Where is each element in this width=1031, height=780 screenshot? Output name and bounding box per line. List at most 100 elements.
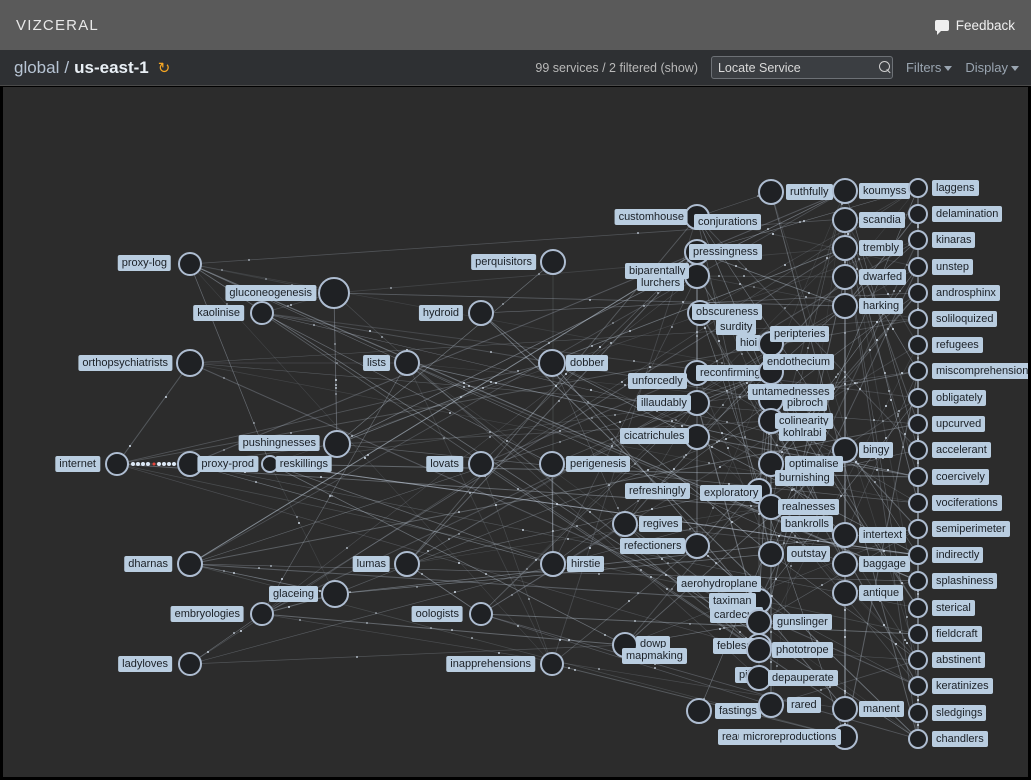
service-node-label[interactable]: indirectly — [932, 547, 984, 563]
service-node-label[interactable]: refreshingly — [625, 483, 690, 499]
service-node[interactable] — [394, 350, 420, 376]
refresh-icon[interactable]: ↻ — [158, 59, 171, 77]
service-node[interactable] — [908, 257, 928, 277]
service-node-label[interactable]: ladyloves — [118, 656, 172, 672]
service-node[interactable] — [908, 571, 928, 591]
service-node[interactable] — [323, 430, 351, 458]
service-node-label[interactable]: soliloquized — [932, 311, 998, 327]
service-node-label[interactable]: illaudably — [637, 395, 691, 411]
service-node[interactable] — [908, 283, 928, 303]
service-node-label[interactable]: proxy-log — [117, 255, 171, 271]
service-node-label[interactable]: perquisitors — [471, 254, 536, 270]
service-node-label[interactable]: bankrolls — [781, 516, 834, 532]
service-node-label[interactable]: endothecium — [763, 354, 834, 370]
service-node[interactable] — [250, 602, 274, 626]
service-node[interactable] — [908, 230, 928, 250]
service-node-label[interactable]: outstay — [787, 546, 831, 562]
service-node-label[interactable]: accelerant — [932, 442, 991, 458]
service-node-label[interactable]: sterical — [932, 600, 975, 616]
service-node-label[interactable]: sledgings — [932, 705, 987, 721]
service-node[interactable] — [908, 388, 928, 408]
service-node-label[interactable]: dwarfed — [859, 269, 907, 285]
service-node-label[interactable]: unforcedly — [628, 373, 687, 389]
service-node-label[interactable]: realnesses — [778, 499, 840, 515]
service-node-label[interactable]: phototrope — [772, 642, 833, 658]
service-node-label[interactable]: microreproductions — [739, 729, 841, 745]
service-node[interactable] — [540, 652, 564, 676]
service-node-label[interactable]: bingy — [859, 442, 894, 458]
service-node[interactable] — [832, 235, 858, 261]
service-node-label[interactable]: upcurved — [932, 416, 986, 432]
display-menu[interactable]: Display — [965, 60, 1019, 75]
service-node[interactable] — [105, 452, 129, 476]
service-node-label[interactable]: depauperate — [768, 670, 838, 686]
service-node-label[interactable]: manent — [859, 701, 904, 717]
service-node[interactable] — [908, 676, 928, 696]
service-node[interactable] — [908, 650, 928, 670]
service-node[interactable] — [832, 207, 858, 233]
breadcrumb-global[interactable]: global — [14, 58, 59, 78]
service-node-label[interactable]: antique — [859, 585, 904, 601]
service-node-label[interactable]: internet — [55, 456, 100, 472]
service-node[interactable] — [178, 252, 202, 276]
service-node[interactable] — [908, 178, 928, 198]
service-node-label[interactable]: refectioners — [620, 538, 686, 554]
service-node-label[interactable]: miscomprehensions — [932, 363, 1028, 379]
service-node-label[interactable]: lurchers — [637, 275, 685, 291]
service-node-label[interactable]: proxy-prod — [197, 456, 258, 472]
service-node-label[interactable]: semiperimeter — [932, 521, 1010, 537]
service-node-label[interactable]: abstinent — [932, 652, 985, 668]
service-count[interactable]: 99 services / 2 filtered (show) — [535, 61, 698, 75]
service-node-label[interactable]: scandia — [859, 212, 905, 228]
search-box[interactable] — [710, 56, 893, 79]
service-node-label[interactable]: baggage — [859, 556, 910, 572]
service-node[interactable] — [908, 467, 928, 487]
service-node-label[interactable]: lumas — [352, 556, 390, 572]
service-node-label[interactable]: intertext — [859, 527, 907, 543]
service-node[interactable] — [612, 511, 638, 537]
service-node-label[interactable]: keratinizes — [932, 678, 993, 694]
service-node[interactable] — [908, 335, 928, 355]
service-node[interactable] — [832, 696, 858, 722]
filters-menu[interactable]: Filters — [906, 60, 953, 75]
service-node[interactable] — [832, 522, 858, 548]
service-node-label[interactable]: dobber — [566, 355, 609, 371]
service-node-label[interactable]: harking — [859, 298, 904, 314]
service-node[interactable] — [758, 692, 784, 718]
service-node-label[interactable]: reskillings — [275, 456, 332, 472]
service-node[interactable] — [468, 300, 494, 326]
service-node[interactable] — [321, 580, 349, 608]
service-node-label[interactable]: dharnas — [124, 556, 172, 572]
service-node-label[interactable]: hirstie — [567, 556, 605, 572]
service-node-label[interactable]: chandlers — [932, 731, 988, 747]
feedback-button[interactable]: Feedback — [934, 18, 1015, 35]
service-node-label[interactable]: refugees — [932, 337, 983, 353]
service-node-label[interactable]: lists — [363, 355, 390, 371]
service-node-label[interactable]: ruthfully — [786, 184, 833, 200]
service-node[interactable] — [540, 551, 566, 577]
service-node-label[interactable]: aerohydroplane — [677, 576, 762, 592]
service-node[interactable] — [908, 598, 928, 618]
service-node-label[interactable]: androsphinx — [932, 285, 1000, 301]
service-node-label[interactable]: gluconeogenesis — [225, 285, 316, 301]
service-node-label[interactable]: delamination — [932, 206, 1003, 222]
service-node-label[interactable]: oologists — [411, 606, 463, 622]
service-node[interactable] — [908, 440, 928, 460]
service-node[interactable] — [908, 545, 928, 565]
service-node-label[interactable]: obligately — [932, 390, 987, 406]
service-node[interactable] — [908, 493, 928, 513]
service-node-label[interactable]: gunslinger — [773, 614, 832, 630]
service-node[interactable] — [758, 179, 784, 205]
service-node-label[interactable]: hydroid — [418, 305, 463, 321]
service-node[interactable] — [540, 249, 566, 275]
service-node-label[interactable]: fastings — [715, 703, 761, 719]
service-node[interactable] — [469, 602, 493, 626]
service-node-label[interactable]: pibroch — [783, 395, 828, 411]
service-node-label[interactable]: glaceing — [269, 586, 318, 602]
service-node-label[interactable]: embryologies — [170, 606, 244, 622]
service-node-label[interactable]: orthopsychiatrists — [78, 355, 172, 371]
service-node[interactable] — [394, 551, 420, 577]
service-node-label[interactable]: cicatrichules — [620, 428, 689, 444]
service-node-label[interactable]: pressingness — [689, 244, 762, 260]
service-node-label[interactable]: conjurations — [694, 214, 762, 230]
